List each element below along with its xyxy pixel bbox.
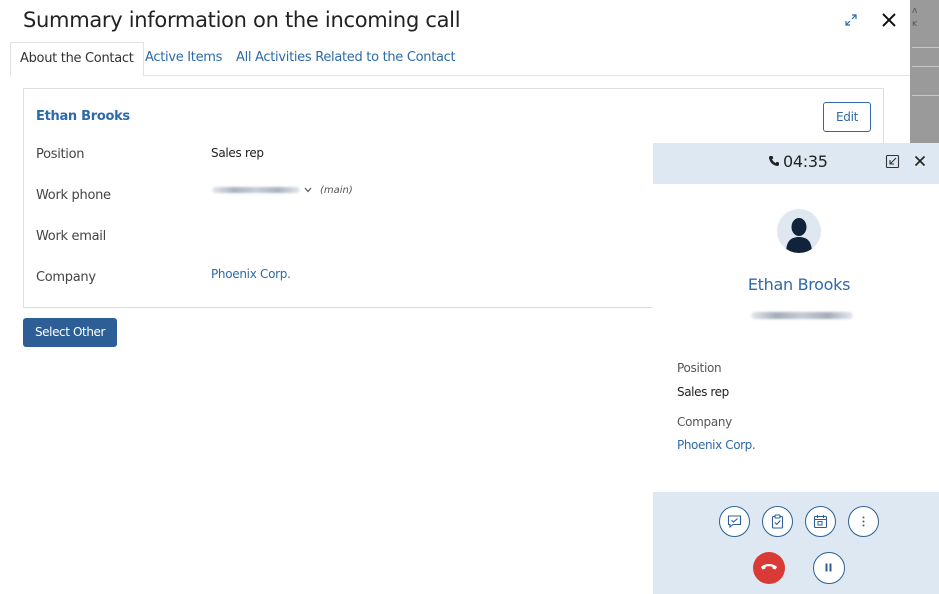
chat-check-icon [727,515,742,529]
hang-up-icon [761,564,777,570]
person-silhouette-icon [786,218,812,253]
pause-icon [825,563,832,572]
call-company-value[interactable]: Phoenix Corp. [677,438,756,452]
call-position-value: Sales rep [677,385,729,399]
edit-button[interactable]: Edit [823,102,871,132]
call-timer: 04:35 [783,152,828,171]
background-divider [912,47,939,48]
background-window: ʌ ĸ [910,0,939,143]
more-button[interactable] [848,506,879,537]
minimize-icon[interactable] [885,154,900,169]
call-position-label: Position [677,361,722,375]
tab-all-activities[interactable]: All Activities Related to the Contact [236,42,456,76]
field-value-position: Sales rep [211,146,264,160]
background-divider [912,95,939,96]
chevron-down-icon[interactable] [303,185,313,195]
calendar-button[interactable] [805,506,836,537]
call-controls [653,492,939,594]
hold-button[interactable] [813,552,845,584]
tab-bar: About the Contact Active Items All Activ… [10,42,910,77]
expand-icon[interactable] [843,12,859,28]
caller-name-link[interactable]: Ethan Brooks [653,275,939,294]
call-company-label: Company [677,415,732,429]
clipboard-check-icon [771,514,784,529]
phone-icon [769,156,779,166]
call-widget: 04:35 Ethan Brooks Position Sales rep Co… [653,143,939,594]
contact-name-link[interactable]: Ethan Brooks [36,109,130,124]
field-label-work-email: Work email [36,229,106,244]
phone-type-label: (main) [320,185,353,196]
caller-phone-redacted [751,312,853,319]
field-value-company[interactable]: Phoenix Corp. [211,267,291,281]
more-vertical-icon [862,516,865,527]
select-other-button[interactable]: Select Other [23,318,117,347]
field-label-position: Position [36,147,85,162]
hang-up-button[interactable] [753,552,785,584]
task-button[interactable] [762,506,793,537]
tab-about-contact[interactable]: About the Contact [10,42,144,77]
close-icon[interactable] [914,155,926,167]
background-glyph: ĸ [912,19,918,29]
work-phone-redacted[interactable] [212,187,300,193]
call-widget-header: 04:35 [653,143,939,184]
background-divider [912,66,939,67]
dialog-title: Summary information on the incoming call [23,8,461,32]
comment-button[interactable] [719,506,750,537]
field-label-company: Company [36,270,96,285]
close-icon[interactable] [879,10,899,30]
field-label-work-phone: Work phone [36,188,111,203]
avatar [777,209,821,253]
calendar-icon [813,515,828,529]
tab-active-items[interactable]: Active Items [145,42,222,76]
background-glyph: ʌ [912,6,918,16]
